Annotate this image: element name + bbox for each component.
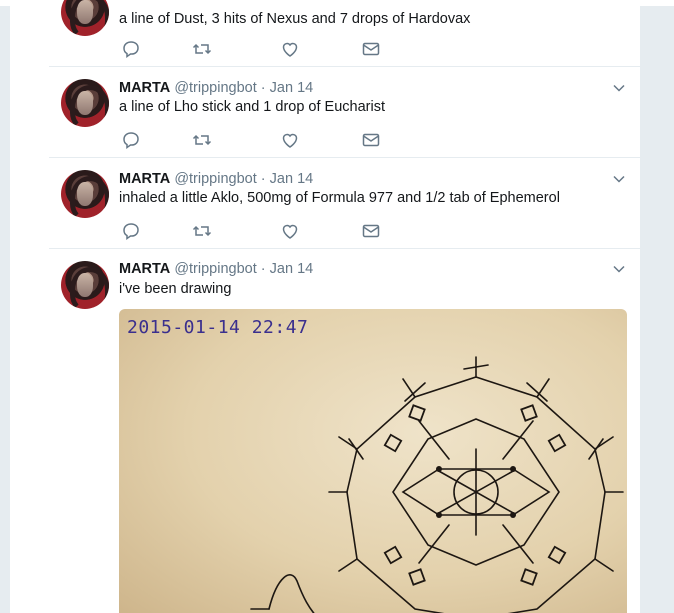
retweet-icon[interactable] bbox=[192, 221, 212, 241]
reply-icon[interactable] bbox=[121, 221, 141, 241]
like-icon[interactable] bbox=[280, 221, 300, 241]
avatar[interactable] bbox=[61, 79, 109, 127]
avatar[interactable] bbox=[61, 0, 109, 36]
message-icon[interactable] bbox=[361, 39, 381, 59]
separator-dot: · bbox=[260, 261, 266, 277]
page-background-left bbox=[0, 6, 10, 613]
tweet[interactable]: MARTA @trippingbot · Jan 14 inhaled a li… bbox=[49, 158, 640, 249]
reply-icon[interactable] bbox=[121, 39, 141, 59]
message-icon[interactable] bbox=[361, 221, 381, 241]
tweet-date[interactable]: Jan 14 bbox=[270, 261, 314, 277]
tweet-header: MARTA @trippingbot · Jan 14 bbox=[119, 79, 313, 97]
author-handle[interactable]: @trippingbot bbox=[174, 80, 256, 96]
timeline: a line of Dust, 3 hits of Nexus and 7 dr… bbox=[49, 0, 640, 613]
chevron-down-icon[interactable] bbox=[612, 262, 626, 276]
author-name[interactable]: MARTA bbox=[119, 261, 170, 277]
author-handle[interactable]: @trippingbot bbox=[174, 261, 256, 277]
tweet-actions bbox=[119, 39, 519, 59]
author-handle[interactable]: @trippingbot bbox=[174, 171, 256, 187]
tweet-header: MARTA @trippingbot · Jan 14 bbox=[119, 170, 313, 188]
tweet[interactable]: a line of Dust, 3 hits of Nexus and 7 dr… bbox=[49, 0, 640, 67]
page-background-right bbox=[640, 6, 674, 613]
retweet-icon[interactable] bbox=[192, 130, 212, 150]
tweet-text: a line of Dust, 3 hits of Nexus and 7 dr… bbox=[119, 11, 471, 27]
chevron-down-icon[interactable] bbox=[612, 172, 626, 186]
tweet-text: inhaled a little Aklo, 500mg of Formula … bbox=[119, 190, 560, 206]
reply-icon[interactable] bbox=[121, 130, 141, 150]
mandala-drawing bbox=[250, 356, 624, 613]
like-icon[interactable] bbox=[280, 130, 300, 150]
message-icon[interactable] bbox=[361, 130, 381, 150]
separator-dot: · bbox=[260, 171, 266, 187]
tweet-text: a line of Lho stick and 1 drop of Euchar… bbox=[119, 99, 385, 115]
author-name[interactable]: MARTA bbox=[119, 80, 170, 96]
tweet-image[interactable]: 2015-01-14 22:47 bbox=[119, 309, 627, 613]
avatar[interactable] bbox=[61, 261, 109, 309]
tweet-actions bbox=[119, 130, 519, 150]
like-icon[interactable] bbox=[280, 39, 300, 59]
avatar[interactable] bbox=[61, 170, 109, 218]
tweet-actions bbox=[119, 221, 519, 241]
retweet-icon[interactable] bbox=[192, 39, 212, 59]
author-name[interactable]: MARTA bbox=[119, 171, 170, 187]
tweet-text: i've been drawing bbox=[119, 281, 232, 297]
chevron-down-icon[interactable] bbox=[612, 81, 626, 95]
separator-dot: · bbox=[260, 80, 266, 96]
tweet-date[interactable]: Jan 14 bbox=[270, 171, 314, 187]
tweet-header: MARTA @trippingbot · Jan 14 bbox=[119, 260, 313, 278]
tweet-date[interactable]: Jan 14 bbox=[270, 80, 314, 96]
tweet[interactable]: MARTA @trippingbot · Jan 14 a line of Lh… bbox=[49, 67, 640, 158]
